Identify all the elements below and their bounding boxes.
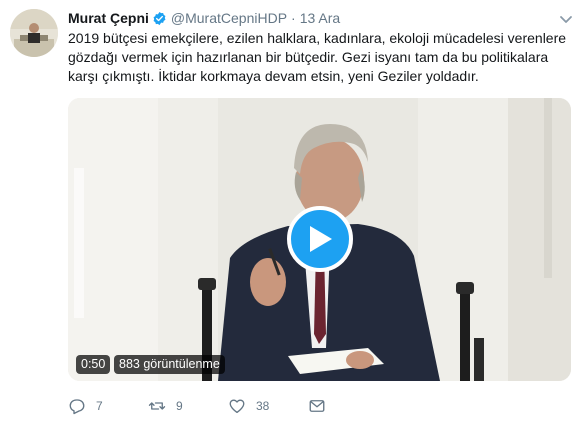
play-icon <box>310 226 332 252</box>
author-name[interactable]: Murat Çepni <box>68 10 149 26</box>
author-handle[interactable]: @MuratCepniHDP <box>171 10 287 26</box>
like-button[interactable]: 38 <box>228 396 269 416</box>
retweet-count: 9 <box>176 399 183 413</box>
author-avatar[interactable] <box>10 9 58 57</box>
like-icon <box>229 399 245 414</box>
message-icon <box>309 400 325 412</box>
play-button[interactable] <box>287 206 353 272</box>
tweet-header: Murat Çepni @MuratCepniHDP · 13 Ara <box>68 8 340 28</box>
retweet-button[interactable]: 9 <box>148 396 183 416</box>
message-button[interactable] <box>308 396 326 416</box>
retweet-icon <box>148 402 166 410</box>
verified-badge-icon <box>152 11 167 26</box>
video-views: 883 görüntülenme <box>114 355 225 374</box>
tweet-text: 2019 bütçesi emekçilere, ezilen halklara… <box>68 30 567 84</box>
like-count: 38 <box>256 399 270 413</box>
tweet-actions: 7 9 38 <box>68 396 368 416</box>
reply-count: 7 <box>96 399 103 413</box>
video-player[interactable]: 0:50 883 görüntülenme <box>68 98 571 381</box>
reply-button[interactable]: 7 <box>68 396 103 416</box>
tweet-timestamp[interactable]: 13 Ara <box>300 10 340 26</box>
reply-icon <box>69 399 85 415</box>
chevron-down-icon[interactable] <box>559 12 573 26</box>
header-separator: · <box>291 10 296 26</box>
video-duration: 0:50 <box>76 355 111 374</box>
